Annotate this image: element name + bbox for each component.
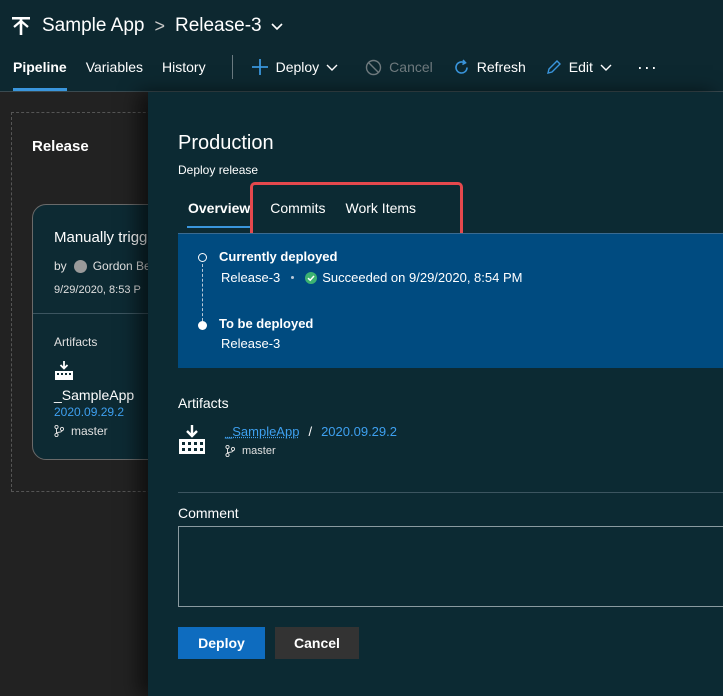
- triggered-by-user: Gordon Be: [92, 259, 151, 273]
- card-artifact-name: _SampleApp: [54, 387, 135, 403]
- cancel-button[interactable]: Cancel: [275, 627, 359, 659]
- artifact-branch: master: [225, 445, 276, 457]
- card-artifact-branch: master: [54, 424, 108, 438]
- trigger-date: 9/29/2020, 8:53 P: [54, 284, 141, 296]
- card-branch-name: master: [71, 424, 108, 438]
- avatar: [73, 259, 87, 273]
- tab-history[interactable]: History: [162, 50, 206, 84]
- breadcrumb-separator: >: [154, 15, 165, 36]
- card-artifact-version[interactable]: 2020.09.29.2: [54, 405, 124, 419]
- build-artifact-icon: [179, 425, 205, 454]
- deploy-button-primary[interactable]: Deploy: [178, 627, 265, 659]
- build-artifact-icon: [55, 361, 73, 380]
- release-stage-label: Release: [32, 138, 89, 155]
- currently-deployed-label: Currently deployed: [219, 249, 338, 264]
- current-release[interactable]: Release-3: [221, 270, 280, 285]
- deployment-status: Currently deployed Release-3 Succeeded o…: [178, 233, 723, 368]
- trigger-text: Manually trigg: [54, 229, 148, 246]
- deploy-button[interactable]: Deploy: [251, 58, 346, 76]
- breadcrumb: Sample App > Release-3: [10, 12, 284, 40]
- next-release: Release-3: [221, 336, 281, 351]
- edit-button-label: Edit: [568, 59, 593, 75]
- refresh-button-label: Refresh: [476, 59, 526, 75]
- tab-overview[interactable]: Overview: [186, 200, 252, 228]
- cancel-toolbar-label: Cancel: [389, 59, 433, 75]
- toolbar-divider: [231, 55, 233, 79]
- comment-label: Comment: [178, 505, 239, 521]
- artifact-separator: /: [308, 424, 313, 439]
- chevron-down-icon: [600, 64, 612, 71]
- triggered-by: by Gordon Be: [54, 259, 151, 273]
- artifact-branch-name: master: [242, 445, 276, 457]
- release-pipeline-icon: [12, 17, 30, 35]
- release-selector[interactable]: Release-3: [175, 15, 262, 37]
- timeline-dot-next: [198, 321, 207, 330]
- plus-icon: [251, 59, 268, 75]
- branch-icon: [54, 425, 64, 437]
- comment-textarea[interactable]: [178, 526, 723, 607]
- timeline-dot-current: [198, 253, 207, 262]
- by-prefix: by: [54, 259, 67, 273]
- app-name-link[interactable]: Sample App: [42, 15, 144, 37]
- edit-pencil-icon: [546, 60, 561, 74]
- tab-pipeline[interactable]: Pipeline: [13, 50, 67, 91]
- toolbar: Pipeline Variables History Deploy Cancel: [0, 50, 723, 91]
- artifact-version-link[interactable]: 2020.09.29.2: [321, 424, 397, 439]
- deploy-button-label: Deploy: [275, 59, 320, 75]
- chevron-down-icon[interactable]: [270, 19, 284, 33]
- refresh-icon: [454, 58, 468, 74]
- timeline-connector: [202, 264, 203, 321]
- tabs-highlight-box: [250, 182, 463, 238]
- to-be-deployed-label: To be deployed: [219, 316, 314, 331]
- pipeline-canvas: Release Manually trigg by Gordon Be 9/29…: [0, 92, 172, 696]
- branch-icon: [225, 445, 235, 457]
- deploy-release-panel: Production Deploy release Overview Commi…: [148, 92, 723, 696]
- more-icon[interactable]: ···: [637, 57, 658, 78]
- tab-variables[interactable]: Variables: [86, 50, 143, 84]
- success-check-icon: [305, 271, 318, 284]
- edit-button[interactable]: Edit: [546, 59, 619, 75]
- cancel-circle-icon: [365, 59, 382, 75]
- current-result: Succeeded on 9/29/2020, 8:54 PM: [322, 270, 523, 285]
- artifact-links: _SampleApp / 2020.09.29.2: [225, 424, 397, 439]
- artifact-name-link[interactable]: _SampleApp: [225, 424, 299, 439]
- panel-subtitle: Deploy release: [178, 163, 259, 177]
- panel-title: Production: [178, 132, 274, 154]
- bullet-separator: [291, 276, 295, 279]
- artifacts-heading: Artifacts: [178, 395, 229, 411]
- chevron-down-icon: [326, 64, 338, 71]
- card-artifacts-label: Artifacts: [54, 335, 98, 349]
- top-bar: Sample App > Release-3 Pipeline Variable…: [0, 0, 723, 92]
- refresh-button[interactable]: Refresh: [453, 58, 526, 76]
- cancel-toolbar-button[interactable]: Cancel: [365, 59, 433, 76]
- currently-deployed-row: Release-3 Succeeded on 9/29/2020, 8:54 P…: [221, 270, 522, 285]
- section-divider: [178, 492, 723, 493]
